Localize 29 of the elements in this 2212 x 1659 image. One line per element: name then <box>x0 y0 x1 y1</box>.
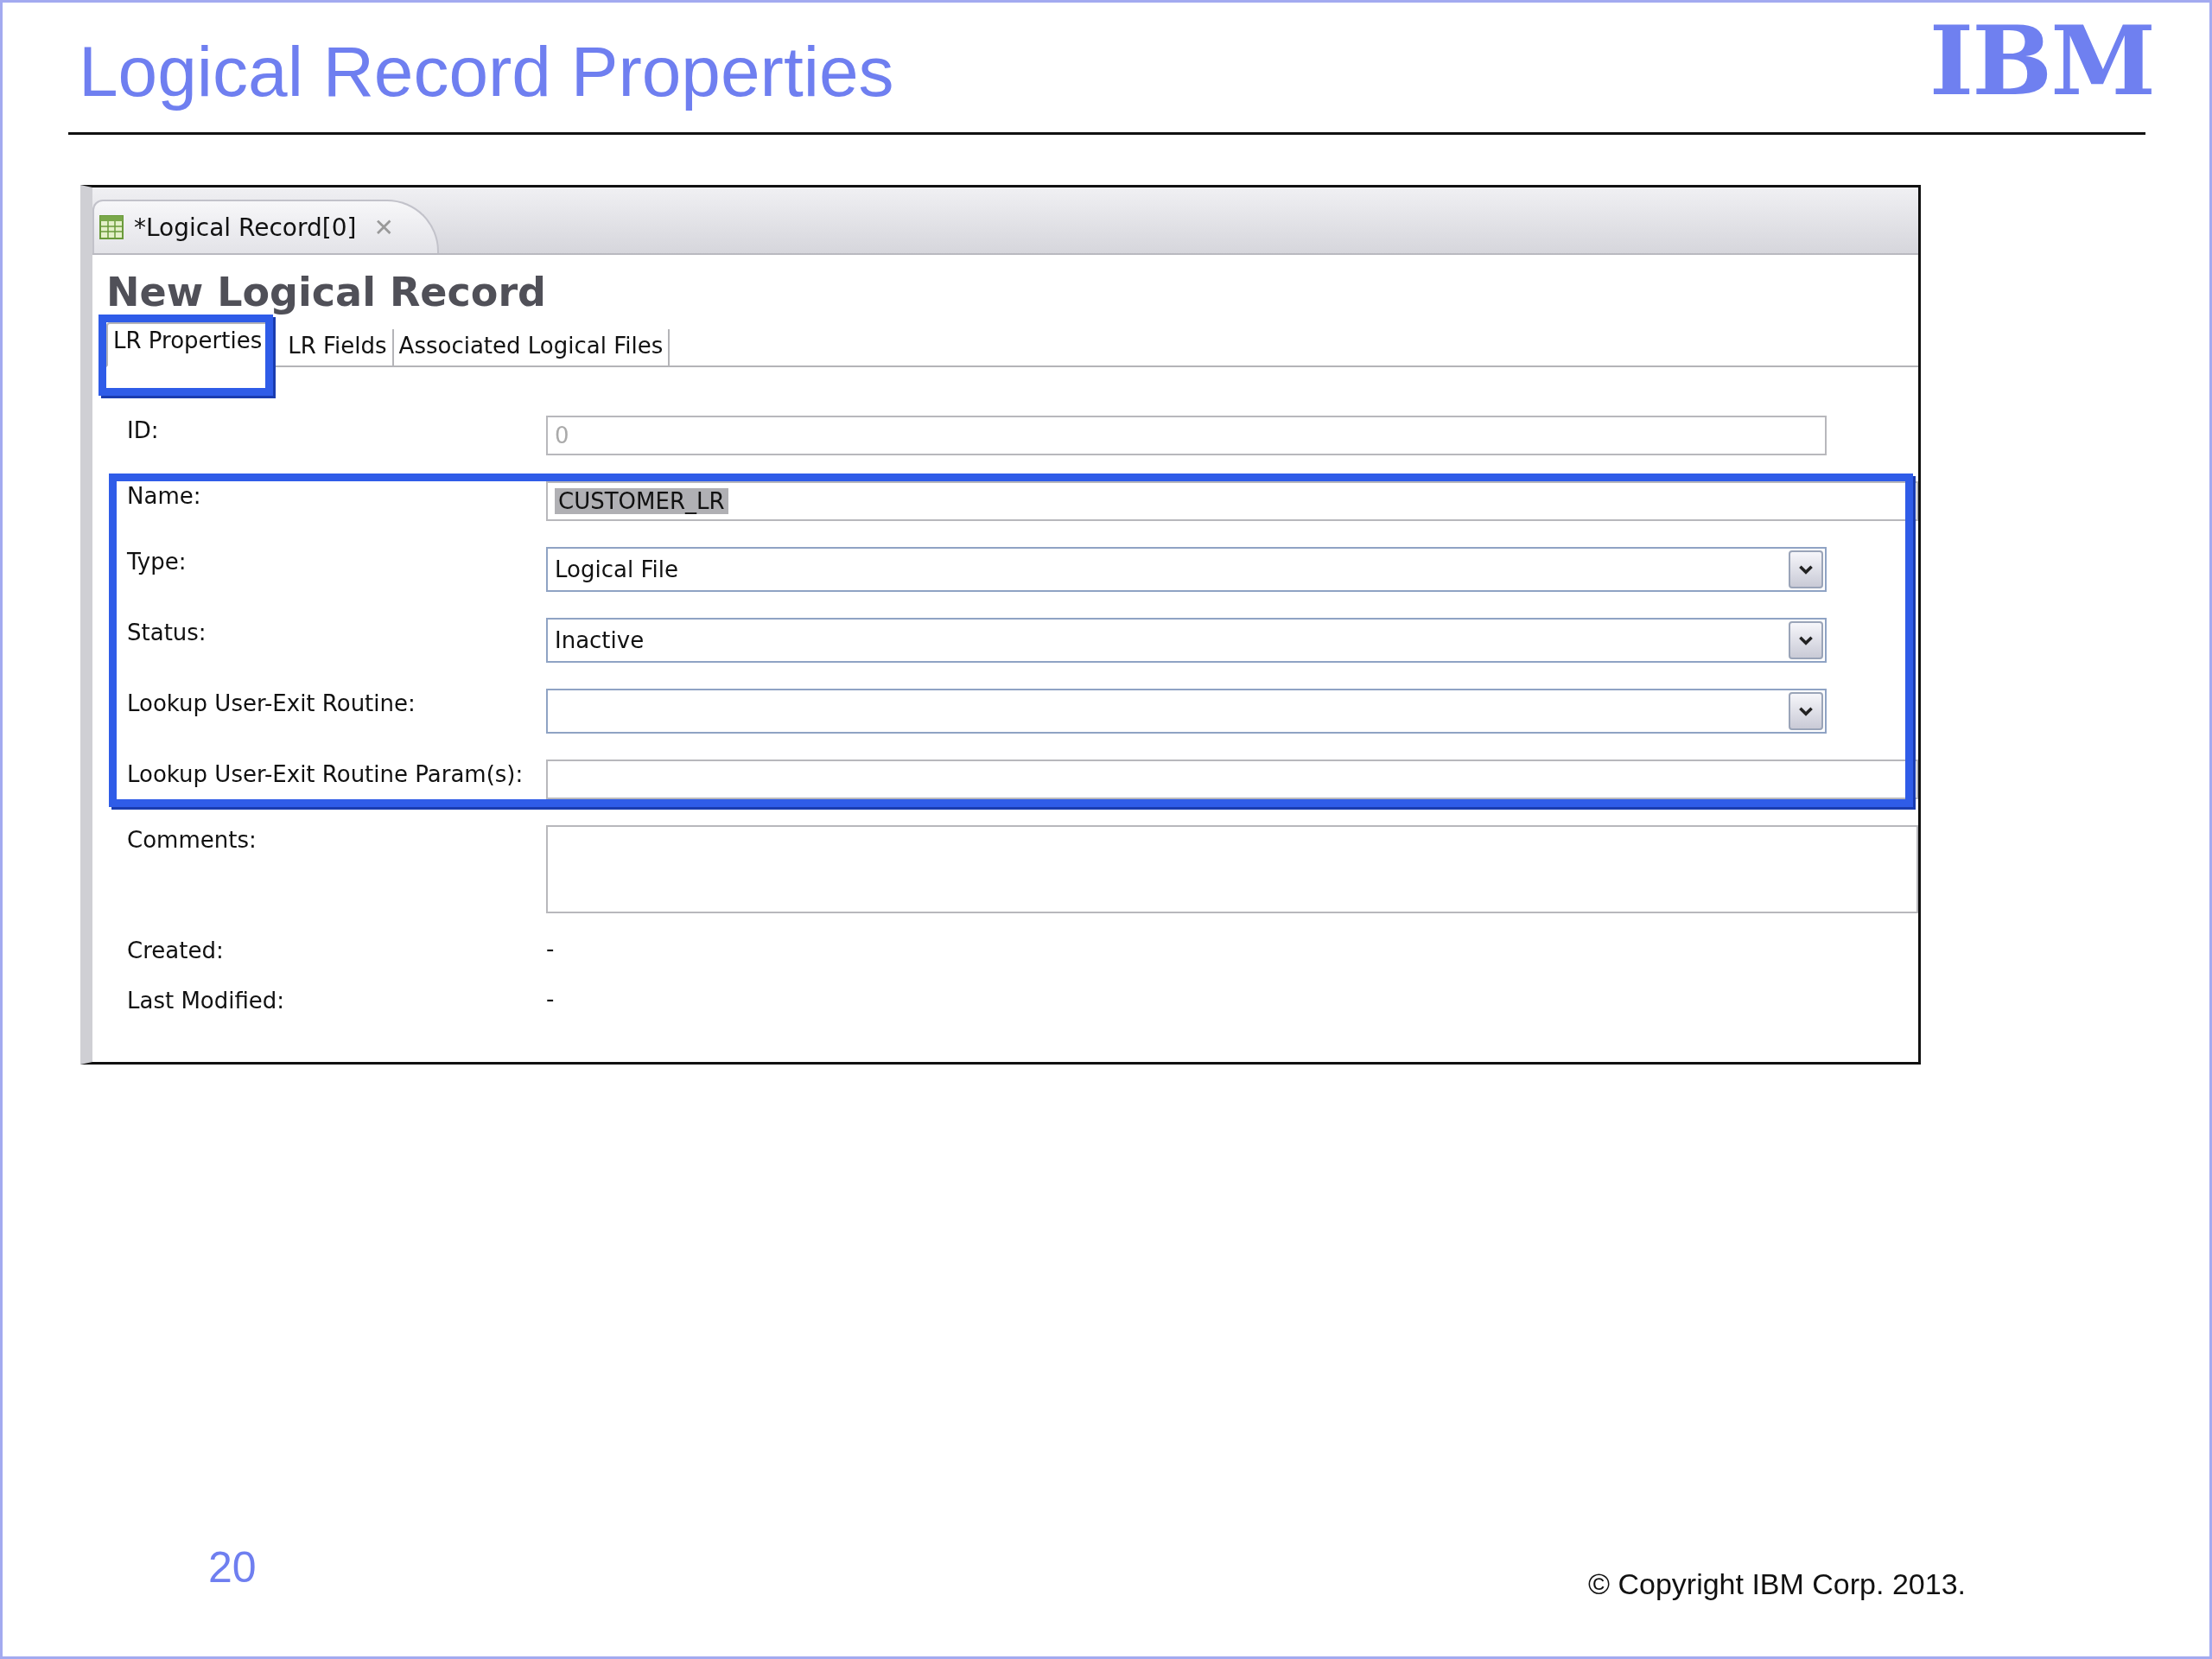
table-icon <box>99 215 124 239</box>
field-label: Name: <box>127 482 202 509</box>
field-label: Comments: <box>127 826 257 853</box>
logo: IBM <box>1929 14 2154 109</box>
copyright: © Copyright IBM Corp. 2013. <box>1587 1567 1966 1601</box>
field-label: Created: <box>127 937 225 963</box>
chevron-down-icon[interactable] <box>1789 621 1823 659</box>
tab[interactable]: LR Fields <box>283 329 394 365</box>
editor-tab[interactable]: *Logical Record[0] ✕ <box>92 200 439 253</box>
dropdown[interactable]: Inactive <box>546 618 1827 663</box>
field-value: - <box>546 936 555 962</box>
dropdown[interactable]: Logical File <box>546 547 1827 592</box>
input-field[interactable] <box>546 760 1918 799</box>
field-label: Last Modified: <box>127 987 286 1014</box>
field-label: Lookup User-Exit Routine Param(s): <box>127 760 524 787</box>
field-value: - <box>546 986 555 1012</box>
page-number: 20 <box>208 1542 257 1592</box>
chevron-down-icon[interactable] <box>1789 550 1823 588</box>
field-label: Type: <box>127 548 188 575</box>
editor-tab-label: *Logical Record[0] <box>134 213 357 242</box>
field-label: Status: <box>127 619 207 645</box>
slide-title: Logical Record Properties <box>78 31 894 112</box>
chevron-down-icon[interactable] <box>1789 692 1823 730</box>
tab[interactable]: Associated Logical Files <box>393 329 671 365</box>
input-field[interactable]: CUSTOMER_LR <box>546 481 1918 521</box>
form-heading: New Logical Record <box>106 269 547 315</box>
field-label: Lookup User-Exit Routine: <box>127 690 416 716</box>
comments-field[interactable] <box>546 825 1918 913</box>
field-label: ID: <box>127 416 160 443</box>
